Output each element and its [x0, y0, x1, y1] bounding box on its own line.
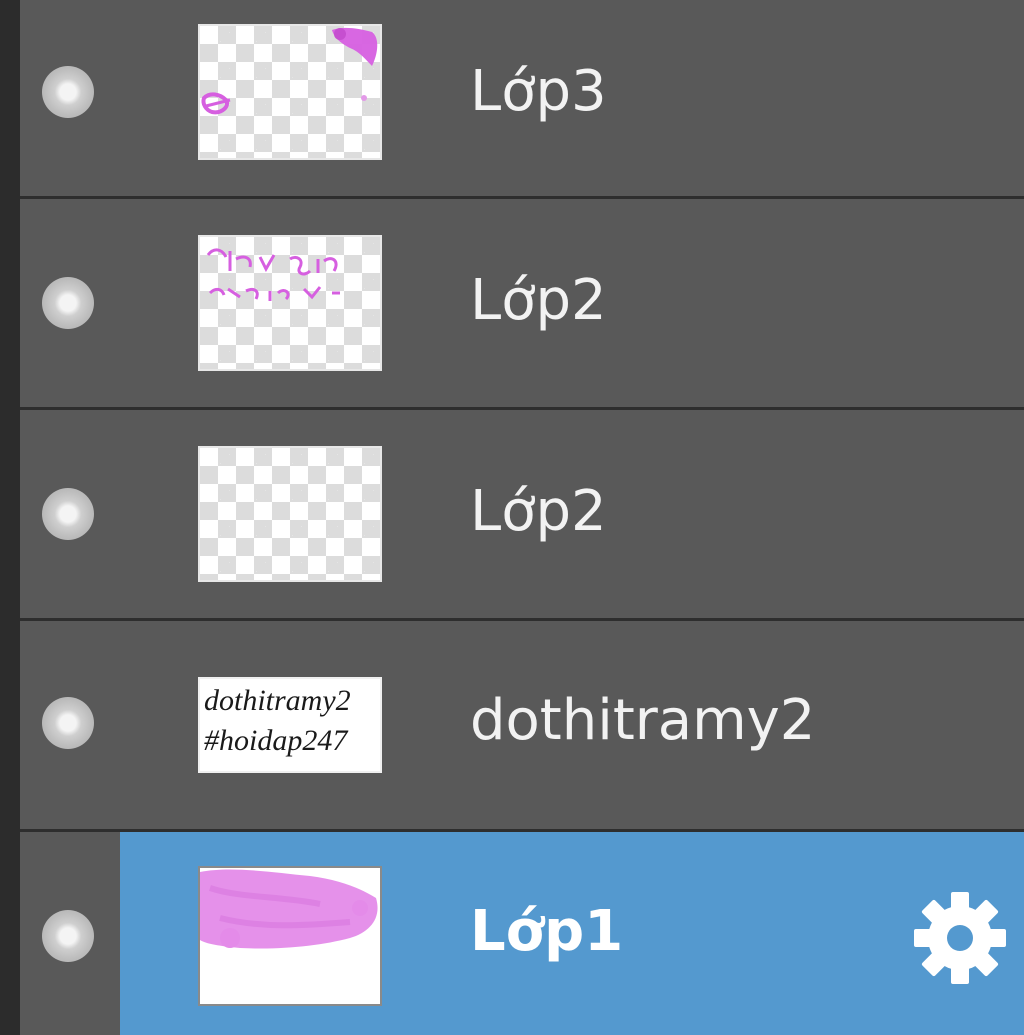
layer-thumbnail	[198, 24, 382, 160]
layer-name[interactable]: Lớp2	[470, 484, 607, 540]
thumbnail-text-line1: dothitramy2	[204, 684, 351, 717]
panel-left-edge	[0, 0, 20, 1035]
layers-panel: Lớp3 Lớp2 Lớp2 dothitramy2 #hoidap247 do…	[0, 0, 1024, 1035]
layer-name[interactable]: dothitramy2	[470, 693, 815, 749]
layer-thumbnail	[198, 235, 382, 371]
layer-name[interactable]: Lớp1	[470, 904, 623, 960]
layer-row-lop2-a[interactable]: Lớp2	[20, 199, 1024, 410]
layer-thumbnail	[198, 866, 382, 1006]
layer-row-lop2-b[interactable]: Lớp2	[20, 410, 1024, 621]
gear-icon[interactable]	[910, 888, 1010, 988]
layer-name[interactable]: Lớp2	[470, 273, 607, 329]
visibility-toggle-icon[interactable]	[42, 910, 94, 962]
layer-row-lop3[interactable]: Lớp3	[20, 0, 1024, 199]
layer-row-lop1[interactable]: Lớp1	[20, 832, 1024, 1035]
visibility-toggle-icon[interactable]	[42, 697, 94, 749]
visibility-toggle-icon[interactable]	[42, 66, 94, 118]
layer-thumbnail	[198, 446, 382, 582]
layer-thumbnail: dothitramy2 #hoidap247	[198, 677, 382, 773]
layer-row-dothitramy2[interactable]: dothitramy2 #hoidap247 dothitramy2	[20, 621, 1024, 832]
visibility-toggle-icon[interactable]	[42, 277, 94, 329]
visibility-toggle-icon[interactable]	[42, 488, 94, 540]
layer-name[interactable]: Lớp3	[470, 64, 607, 120]
thumbnail-text-line2: #hoidap247	[204, 724, 348, 757]
